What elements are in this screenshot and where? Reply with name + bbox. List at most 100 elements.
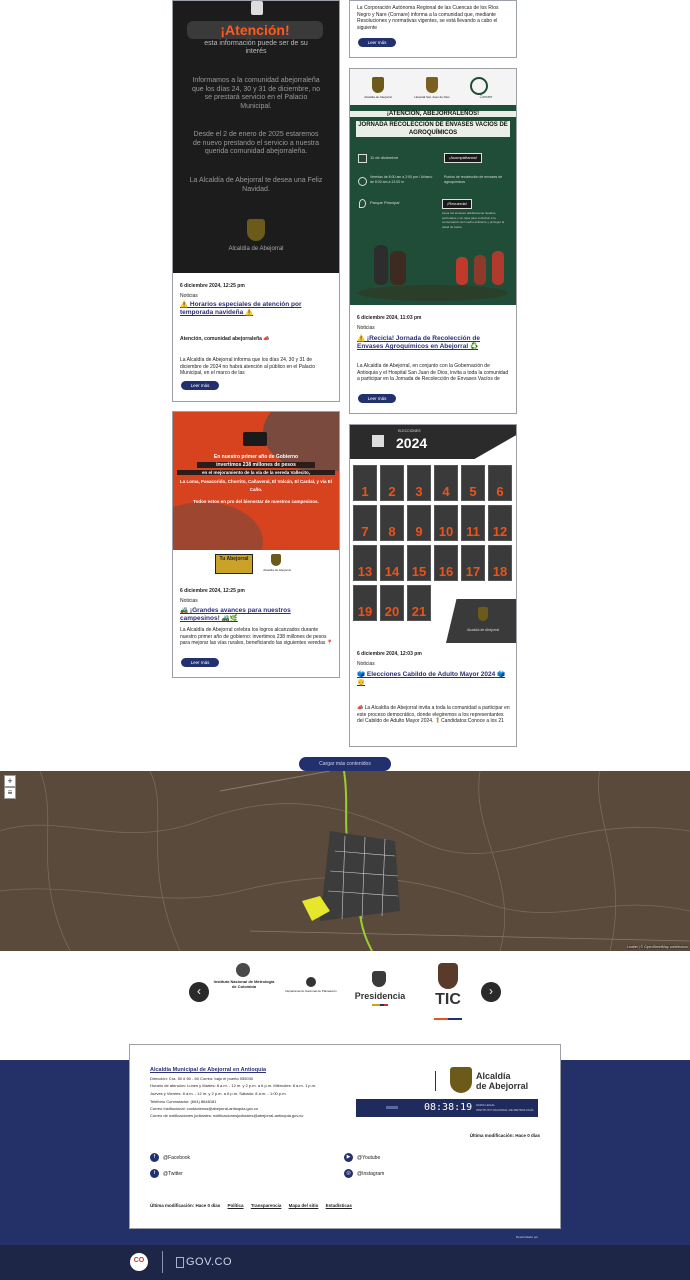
read-more-button[interactable]: Leer más [358,394,396,403]
post-title-link[interactable]: ⚠️ ¡Recicla! Jornada de Recolección de E… [357,335,507,351]
event-hours: Veredas de 8:00 am a 2:00 pm / Urbano de… [370,175,433,184]
coat-of-arms-icon [271,554,281,566]
candidate-number: 7 [361,524,369,539]
twitter-link[interactable]: t @Twitter [150,1169,183,1178]
post-date: 6 diciembre 2024, 12:25 pm [180,283,245,289]
candidate-number: 20 [384,604,400,619]
post-title-link[interactable]: 🚜 ¡Grandes avances para nuestros campesi… [180,607,330,623]
candidate-photo: 15 [407,545,431,581]
footer-link-transparency[interactable]: Transparencia [251,1203,282,1208]
youtube-handle: @Youtube [357,1154,381,1161]
news-card-cornare: La Corporación Autónoma Regional de las … [349,0,517,58]
partner-logo-dnp[interactable]: Departamento Nacional de Planeación [284,977,338,1007]
post-excerpt: La Corporación Autónoma Regional de las … [357,5,499,31]
footer-link-stats[interactable]: Estadísticas [326,1203,352,1208]
footer-divider [435,1071,436,1091]
legal-time-widget: 08:38:19 HORA LEGAL INSTITUTO NACIONAL D… [356,1099,538,1117]
co-logo-text: CO [133,1257,145,1264]
event-date-tag: ¡Acompáñanos! [444,153,482,163]
govco-text[interactable]: GOV.CO [186,1256,232,1268]
candidate-photo: 1 [353,465,377,501]
banner-footer-shape [446,599,516,643]
footer-link-policy[interactable]: Política [228,1203,244,1208]
banner-line-2: invertimos 238 millones de pesos [197,462,315,468]
candidate-photo: 14 [380,545,404,581]
legal-time-label: HORA LEGAL [476,1103,496,1107]
candidate-photo: 18 [488,545,512,581]
candidate-photo: 19 [353,585,377,621]
govco-divider [162,1251,163,1273]
footer-links-prefix: Última modificación: Hace 0 días [150,1203,221,1208]
footer-credit[interactable]: Desarrollado por [516,1235,538,1239]
footer-address: Dirección: Cra. 50 # 50 - 60 Correo: baj… [150,1076,254,1081]
zoom-in-button[interactable]: + [4,775,16,787]
post-excerpt: La Alcaldía de Abejorral, en conjunto co… [357,363,509,382]
facebook-icon: f [150,1153,159,1162]
megaphone-icon [251,1,263,15]
partner-logo-presidencia[interactable]: Presidencia [348,971,412,1011]
candidate-photo: 11 [461,505,485,541]
read-more-button[interactable]: Leer más [358,38,396,47]
footer-card: Alcaldía Municipal de Abejorral en Antio… [129,1044,561,1229]
legal-time-label-2: INSTITUTO NACIONAL DE METROLOGÍA [476,1108,534,1112]
flag-stripe [372,1004,388,1006]
candidate-photo: 10 [434,505,458,541]
youtube-icon: ▶ [344,1153,353,1162]
partner-logo-tic[interactable]: TIC [428,963,468,1023]
carousel-prev-button[interactable]: ‹ [189,982,209,1002]
read-more-button[interactable]: Leer más [181,658,219,667]
carousel-next-button[interactable]: › [481,982,501,1002]
alert-subtitle: esta información puede ser de su interés [204,40,308,55]
candidate-photo: 8 [380,505,404,541]
candidate-number: 12 [492,524,508,539]
candidate-photo: 2 [380,465,404,501]
map-attribution[interactable]: Leaflet | © OpenStreetMap contributors [627,945,688,949]
candidate-photo: 21 [407,585,431,621]
read-more-button[interactable]: Leer más [181,381,219,390]
coat-of-arms-icon [450,1067,472,1093]
partner-name: TIC [435,991,461,1008]
calendar-icon [358,154,367,163]
footer-links: Última modificación: Hace 0 días Polític… [150,1203,352,1208]
inm-small-icon [386,1106,398,1109]
co-logo-icon[interactable]: CO [130,1253,148,1271]
location-pin-icon [359,199,366,208]
post-excerpt: La Alcaldía de Abejorral informa que los… [180,357,316,376]
post-title-link[interactable]: ⚠️ Horarios especiales de atención por t… [180,301,330,317]
alert-footer: Alcaldía de Abejorral [228,246,284,252]
logo-cornare: Cornare [479,95,493,99]
people-illustration [358,237,508,301]
elections-banner: ELECCIONES 2024 1 2 3 4 5 6 7 8 9 10 11 12 13 14 15 16 1… [350,425,516,643]
youtube-link[interactable]: ▶ @Youtube [344,1153,380,1162]
excavator-icon [243,432,267,446]
partner-name: Presidencia [354,991,406,1001]
banner-year: 2024 [396,435,428,451]
instagram-handle: @Instagram [357,1170,385,1177]
candidate-number: 3 [415,484,423,499]
coat-of-arms-icon [247,219,265,241]
map[interactable]: + ≡ Leaflet | © OpenStreetMap contributo… [0,771,690,951]
post-category: Noticias [357,325,375,331]
candidate-photo: 13 [353,545,377,581]
footer-link-sitemap[interactable]: Mapa del sitio [289,1203,319,1208]
post-title-link[interactable]: 🗳️ Elecciones Cabildo de Adulto Mayor 20… [357,671,509,687]
event-place: Parque Principal [370,200,400,205]
banner-line-4: La Loma, Pasacorido, Chorrito, Cañaveral… [180,479,332,492]
partner-logo-inm[interactable]: Instituto Nacional de Metrología de Colo… [212,961,276,1001]
candidate-number: 14 [384,564,400,579]
candidate-number: 16 [438,564,454,579]
candidate-number: 18 [492,564,508,579]
banner-line-3: en el mejoramiento de la vía de la vered… [177,470,335,475]
candidate-photo: 16 [434,545,458,581]
layers-button[interactable]: ≡ [4,787,16,799]
post-intro: Atención, comunidad abejorraleña 📣 [180,336,270,342]
post-category: Noticias [357,661,375,667]
instagram-link[interactable]: ◎ @Instagram [344,1169,384,1178]
tic-logo-icon [438,963,458,989]
facebook-link[interactable]: f @Facebook [150,1153,190,1162]
twitter-handle: @Twitter [163,1170,183,1177]
footer-hours: Horario de atención: Lunes y Martes: 8 a… [150,1083,317,1088]
instagram-icon: ◎ [344,1169,353,1178]
presidencia-logo-icon [372,971,386,987]
load-more-button[interactable]: Cargar más contenidos [299,757,391,771]
